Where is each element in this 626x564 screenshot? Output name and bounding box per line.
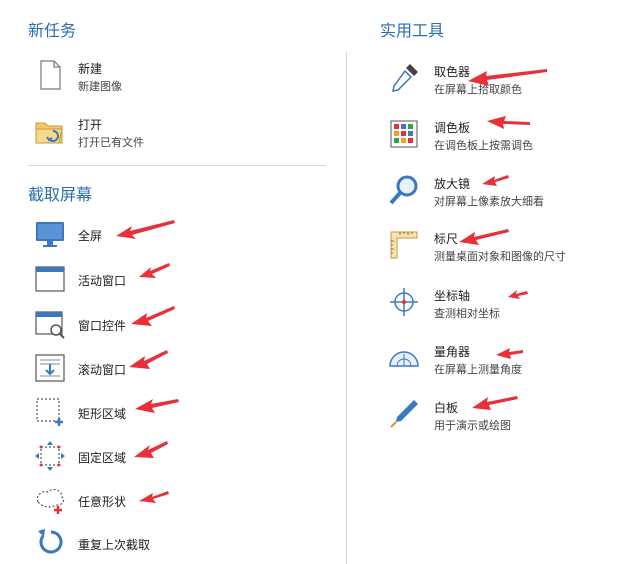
ruler-icon [388,229,420,261]
capture-freeform-button[interactable]: 任意形状 [34,484,154,516]
crosshair-icon [388,286,420,318]
pen-icon [388,398,420,430]
scroll-window-icon [34,352,66,384]
capture-active-window-button[interactable]: 活动窗口 [34,263,154,295]
protractor-button[interactable]: 量角器 在屏幕上测量角度 [388,342,608,378]
open-folder-icon [34,115,66,147]
coordinate-axis-label: 坐标轴 [434,289,471,303]
window-magnifier-icon [34,308,66,340]
capture-fullscreen-button[interactable]: 全屏 [34,218,154,250]
new-desc: 新建图像 [78,80,122,93]
magnifier-label: 放大镜 [434,177,471,191]
open-file-button[interactable]: 打开 打开已有文件 [34,115,234,151]
repeat-last-capture-button[interactable]: 重复上次截取 [34,527,194,559]
capture-rectangle-region-button[interactable]: 矩形区域 [34,396,154,428]
ruler-label: 标尺 [434,232,459,246]
magnifier-button[interactable]: 放大镜 对屏幕上像素放大细看 [388,174,608,210]
new-label: 新建 [78,62,103,76]
whiteboard-label: 白板 [434,401,459,415]
protractor-icon [388,342,420,374]
fixed-region-icon [34,440,66,472]
capture-scrolling-window-label: 滚动窗口 [78,363,127,377]
rectangle-select-icon [34,396,66,428]
column-divider [346,52,347,564]
capture-scrolling-window-button[interactable]: 滚动窗口 [34,352,154,384]
section-divider [28,165,326,166]
coordinate-axis-button[interactable]: 坐标轴 查测相对坐标 [388,286,608,322]
new-file-icon [34,59,66,91]
color-picker-button[interactable]: 取色器 在屏幕上拾取颜色 [388,62,608,98]
new-task-title: 新任务 [28,21,77,40]
color-palette-button[interactable]: 调色板 在调色板上按需调色 [388,118,608,154]
monitor-icon [34,218,66,250]
capture-fixed-region-label: 固定区域 [78,451,127,465]
tools-title: 实用工具 [380,21,445,40]
window-icon [34,263,66,295]
capture-window-control-button[interactable]: 窗口控件 [34,308,154,340]
open-desc: 打开已有文件 [78,136,144,149]
protractor-desc: 在屏幕上测量角度 [434,363,522,376]
capture-fullscreen-label: 全屏 [78,229,103,243]
repeat-last-capture-label: 重复上次截取 [78,538,151,552]
protractor-label: 量角器 [434,345,471,359]
new-image-button[interactable]: 新建 新建图像 [34,59,234,95]
color-palette-desc: 在调色板上按需调色 [434,139,533,152]
magnifier-desc: 对屏幕上像素放大细看 [434,195,544,208]
magnifier-icon [388,174,420,206]
open-label: 打开 [78,118,103,132]
palette-grid-icon [388,118,420,150]
eyedropper-icon [388,62,420,94]
coordinate-axis-desc: 查测相对坐标 [434,307,500,320]
color-palette-label: 调色板 [434,121,471,135]
capture-window-control-label: 窗口控件 [78,319,127,333]
capture-active-window-label: 活动窗口 [78,274,127,288]
freeform-shape-icon [34,484,66,516]
capture-fixed-region-button[interactable]: 固定区域 [34,440,154,472]
ruler-desc: 测量桌面对象和图像的尺寸 [434,250,566,263]
ruler-button[interactable]: 标尺 测量桌面对象和图像的尺寸 [388,229,608,265]
whiteboard-desc: 用于演示或绘图 [434,419,511,432]
whiteboard-button[interactable]: 白板 用于演示或绘图 [388,398,608,434]
color-picker-label: 取色器 [434,65,471,79]
capture-freeform-label: 任意形状 [78,495,127,509]
repeat-icon [34,527,66,559]
capture-title: 截取屏幕 [28,185,93,204]
capture-rectangle-region-label: 矩形区域 [78,407,127,421]
color-picker-desc: 在屏幕上拾取颜色 [434,83,522,96]
